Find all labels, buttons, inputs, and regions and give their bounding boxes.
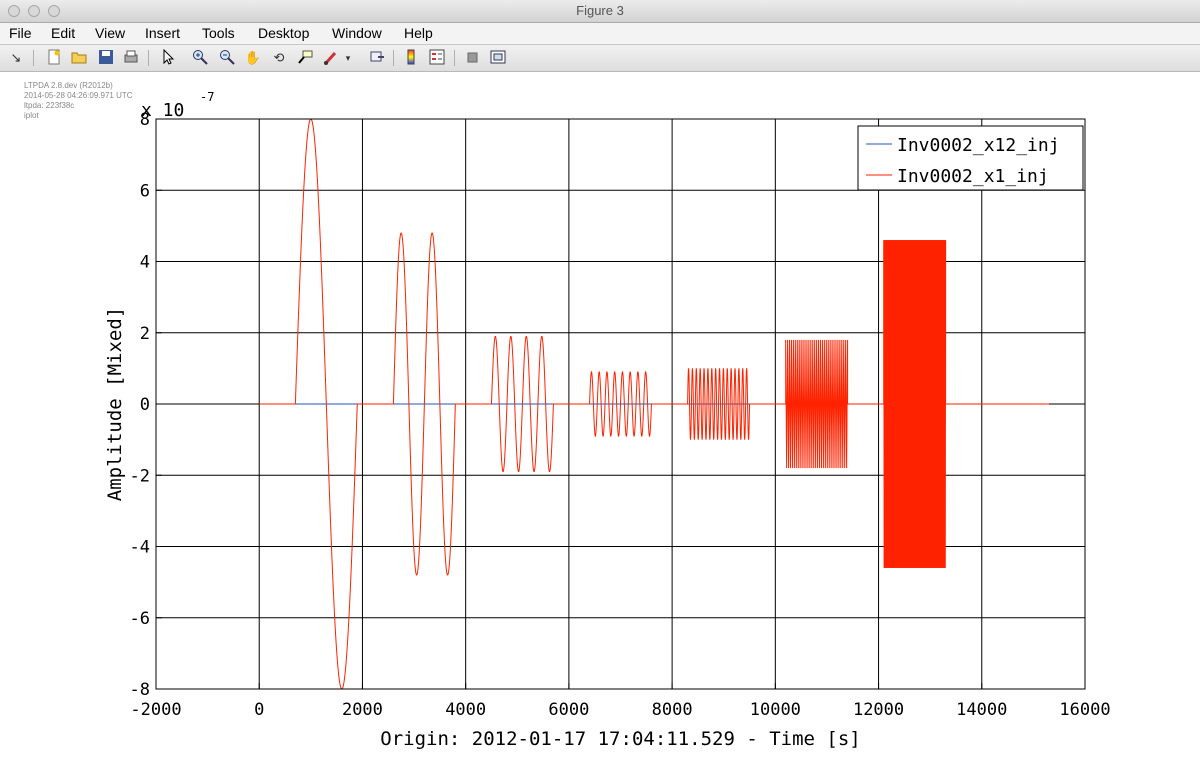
dense-burst-block bbox=[883, 240, 946, 568]
x-tick-label: 14000 bbox=[956, 700, 1007, 720]
x-tick-label: 10000 bbox=[750, 700, 801, 720]
y-tick-label: -2 bbox=[130, 466, 150, 486]
y-tick-label: -4 bbox=[130, 538, 150, 558]
plot-figure: -2000 0 2000 4000 6000 8000 10000 12000 14000 160… bbox=[104, 90, 1111, 750]
y-tick-label: -6 bbox=[130, 609, 150, 629]
x-axis-label: Origin: 2012-01-17 17:04:11.529 - Time [… bbox=[380, 728, 860, 750]
y-exponent-power: -7 bbox=[200, 90, 214, 104]
y-tick-label: 6 bbox=[140, 181, 150, 201]
x-tick-label: 6000 bbox=[548, 700, 589, 720]
x-tick-label: 8000 bbox=[652, 700, 693, 720]
legend-label: Inv0002_x1_inj bbox=[897, 166, 1049, 187]
y-tick-label: 0 bbox=[140, 395, 150, 415]
x-tick-label: -2000 bbox=[130, 700, 181, 720]
x-tick-label: 2000 bbox=[342, 700, 383, 720]
x-tick-label: 16000 bbox=[1059, 700, 1110, 720]
y-tick-label: 4 bbox=[140, 253, 150, 273]
axes[interactable]: -2000 0 2000 4000 6000 8000 10000 12000 14000 160… bbox=[104, 90, 1111, 750]
y-tick-label: 2 bbox=[140, 324, 150, 344]
y-axis-label: Amplitude [Mixed] bbox=[104, 307, 126, 501]
legend-label: Inv0002_x12_inj bbox=[897, 135, 1060, 156]
x-tick-label: 0 bbox=[254, 700, 264, 720]
x-tick-label: 4000 bbox=[445, 700, 486, 720]
x-tick-label: 12000 bbox=[853, 700, 904, 720]
y-exponent-label: x 10 bbox=[141, 100, 184, 121]
y-tick-label: -8 bbox=[130, 680, 150, 700]
